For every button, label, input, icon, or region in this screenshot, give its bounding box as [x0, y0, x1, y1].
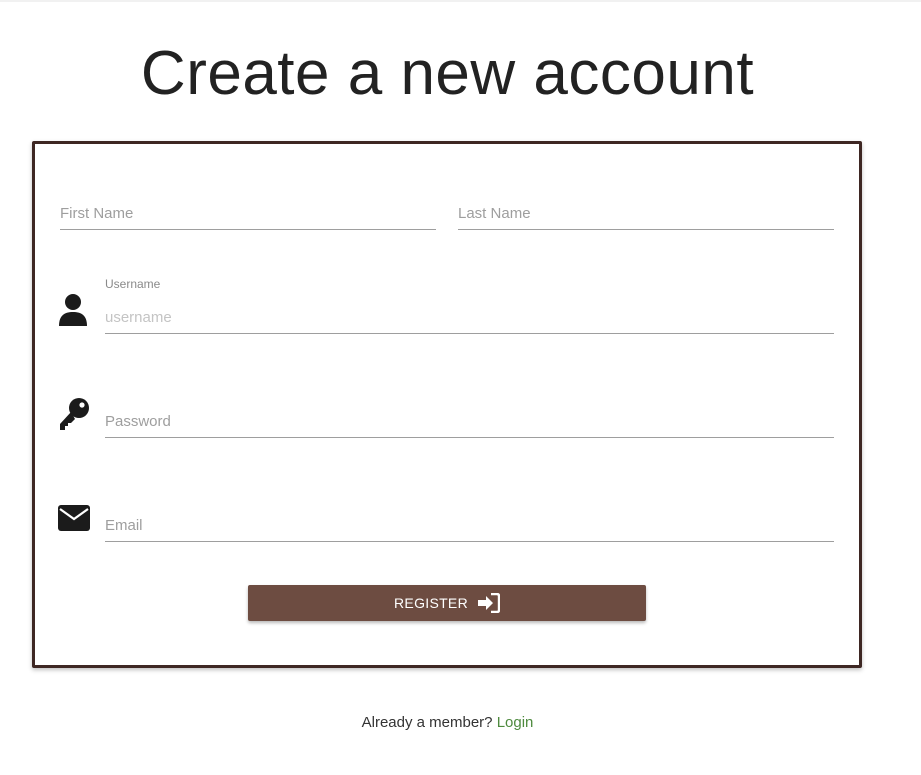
top-divider: [0, 0, 921, 2]
register-button[interactable]: REGISTER: [248, 585, 646, 621]
email-field: [105, 503, 834, 542]
username-underline: [105, 333, 834, 334]
username-label: Username: [105, 277, 161, 291]
page-title: Create a new account: [140, 39, 755, 108]
first-name-underline: [60, 229, 436, 230]
email-input[interactable]: [105, 517, 834, 534]
first-name-field: [60, 192, 436, 230]
key-icon: [58, 397, 90, 431]
first-name-input[interactable]: [60, 205, 436, 222]
last-name-input[interactable]: [458, 205, 834, 222]
username-input[interactable]: [105, 309, 834, 326]
email-underline: [105, 541, 834, 542]
already-member-text: Already a member?: [361, 714, 493, 731]
password-input[interactable]: [105, 413, 834, 430]
register-button-label: REGISTER: [394, 595, 468, 611]
login-prompt: Already a member? Login: [0, 714, 895, 731]
last-name-underline: [458, 229, 834, 230]
sign-in-icon: [477, 593, 500, 613]
login-link[interactable]: Login: [497, 714, 534, 731]
last-name-field: [458, 192, 834, 230]
username-field: Username: [105, 277, 834, 334]
password-field: [105, 399, 834, 438]
register-card: Username REGISTER: [32, 141, 862, 668]
password-underline: [105, 437, 834, 438]
person-icon: [58, 293, 88, 327]
envelope-icon: [58, 505, 90, 531]
